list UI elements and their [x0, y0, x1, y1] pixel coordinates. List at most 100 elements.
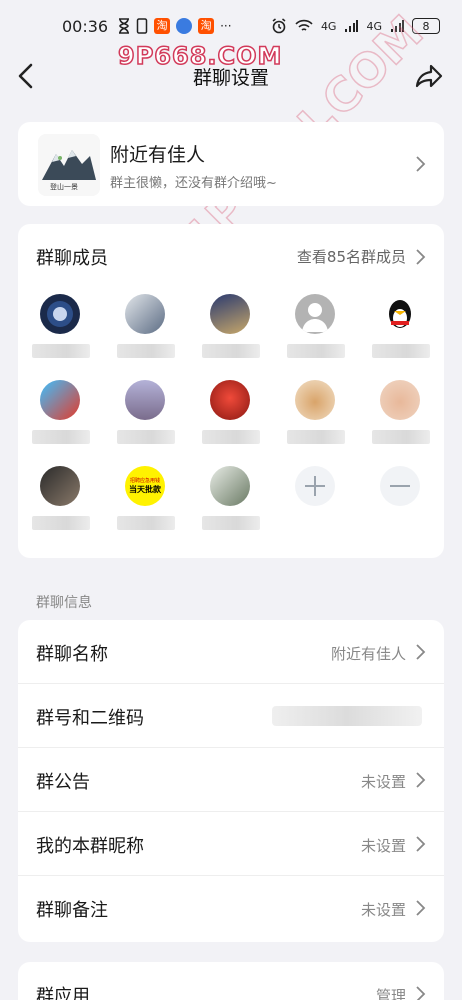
row-label: 我的本群昵称 — [36, 836, 144, 857]
plus-icon — [305, 476, 325, 496]
member-item[interactable] — [103, 290, 188, 376]
alarm-icon — [272, 18, 286, 34]
avatar[interactable] — [40, 294, 80, 334]
member-name-blurred — [32, 430, 90, 444]
add-member-button[interactable] — [273, 462, 358, 548]
member-row: 招聘应急用钱 当天批款 — [18, 462, 444, 548]
avatar[interactable] — [210, 466, 250, 506]
member-name-blurred — [202, 344, 260, 358]
member-item[interactable] — [188, 290, 273, 376]
avatar[interactable] — [210, 380, 250, 420]
member-item[interactable] — [188, 462, 273, 548]
view-all-members-link[interactable]: 查看85名群成员 — [297, 246, 406, 267]
member-row — [18, 376, 444, 462]
row-value: 未设置 — [360, 773, 406, 791]
member-name-blurred — [287, 344, 345, 358]
remove-member-circle[interactable] — [380, 466, 420, 506]
avatar[interactable] — [125, 380, 165, 420]
chevron-right-icon — [416, 772, 426, 788]
member-item[interactable] — [273, 290, 358, 376]
member-item[interactable] — [18, 290, 103, 376]
add-member-circle[interactable] — [295, 466, 335, 506]
row-label: 群号和二维码 — [36, 708, 144, 729]
member-name-blurred — [372, 344, 430, 358]
page-title: 群聊设置 — [192, 66, 269, 89]
group-avatar: 登山一景 — [38, 134, 100, 196]
row-my-nickname[interactable]: 我的本群昵称 未设置 — [18, 812, 444, 876]
avatar[interactable] — [380, 294, 420, 334]
default-user-icon — [302, 303, 328, 332]
battery-level: 8 — [422, 19, 430, 33]
avatar[interactable] — [125, 294, 165, 334]
row-label: 群聊备注 — [36, 900, 108, 921]
taobao-icon-2: 淘 — [198, 18, 215, 34]
member-item[interactable]: 招聘应急用钱 当天批款 — [103, 462, 188, 548]
avatar[interactable] — [295, 380, 335, 420]
avatar[interactable] — [40, 380, 80, 420]
row-label: 群聊名称 — [36, 644, 108, 665]
member-item[interactable] — [18, 462, 103, 548]
avatar[interactable] — [380, 380, 420, 420]
member-item[interactable] — [18, 376, 103, 462]
member-name-blurred — [202, 516, 260, 530]
row-value: 未设置 — [360, 901, 406, 919]
group-name: 附近有佳人 — [110, 144, 206, 166]
group-profile-card[interactable]: 登山一景 附近有佳人 群主很懒，还没有群介绍哦~ — [18, 122, 444, 206]
row-value: 管理 — [375, 987, 406, 1000]
member-item[interactable] — [273, 376, 358, 462]
row-group-remark[interactable]: 群聊备注 未设置 — [18, 876, 444, 940]
penguin-icon — [389, 300, 411, 328]
row-group-name[interactable]: 群聊名称 附近有佳人 — [18, 620, 444, 684]
battery-indicator: 8 — [412, 18, 440, 34]
member-name-blurred — [287, 430, 345, 444]
taobao-icon: 淘 — [154, 18, 171, 34]
member-name-blurred — [372, 430, 430, 444]
member-item[interactable] — [103, 376, 188, 462]
member-name-blurred — [202, 430, 260, 444]
row-label: 群公告 — [36, 772, 90, 793]
chevron-right-icon — [416, 644, 426, 660]
nav-bar: 群聊设置 — [0, 52, 462, 100]
more-notifications-icon: ··· — [220, 19, 232, 33]
section-label-group-info: 群聊信息 — [36, 595, 92, 611]
chevron-right-icon — [416, 900, 426, 916]
signal-icon — [345, 20, 359, 32]
members-card: 群聊成员 查看85名群成员 招聘应急用钱 当天批款 — [18, 224, 444, 558]
member-item[interactable] — [358, 290, 443, 376]
member-name-blurred — [117, 516, 175, 530]
avatar[interactable] — [40, 466, 80, 506]
group-description: 群主很懒，还没有群介绍哦~ — [110, 176, 277, 191]
member-row — [18, 290, 444, 376]
share-icon[interactable] — [414, 62, 444, 90]
member-name-blurred — [32, 516, 90, 530]
status-bar: 00:36 淘 淘 ··· 4G 4G 8 — [0, 0, 462, 52]
group-apps-card[interactable]: 群应用 管理 — [18, 962, 444, 1000]
chevron-right-icon — [416, 836, 426, 852]
signal-icon-2 — [391, 20, 404, 32]
member-item[interactable] — [358, 376, 443, 462]
network-type-1: 4G — [320, 19, 337, 33]
member-name-blurred — [117, 344, 175, 358]
group-info-card: 群聊名称 附近有佳人 群号和二维码 群公告 未设置 我的本群昵称 未设置 群聊备… — [18, 620, 444, 942]
row-group-id-qrcode[interactable]: 群号和二维码 — [18, 684, 444, 748]
avatar[interactable] — [295, 294, 335, 334]
minus-icon — [390, 485, 410, 487]
row-value: 附近有佳人 — [330, 645, 406, 663]
row-value: 未设置 — [360, 837, 406, 855]
browser-icon — [176, 18, 193, 34]
status-system-icons: 4G 4G 8 — [271, 18, 440, 34]
avatar[interactable]: 招聘应急用钱 当天批款 — [125, 466, 165, 506]
group-id-blurred — [272, 706, 422, 726]
member-item[interactable] — [188, 376, 273, 462]
back-arrow-icon[interactable] — [14, 62, 40, 90]
chevron-right-icon — [416, 986, 426, 1000]
member-name-blurred — [117, 430, 175, 444]
status-notification-icons: 淘 淘 ··· — [118, 18, 232, 34]
avatar[interactable] — [210, 294, 250, 334]
row-announcement[interactable]: 群公告 未设置 — [18, 748, 444, 812]
members-title: 群聊成员 — [36, 248, 108, 269]
member-name-blurred — [32, 344, 90, 358]
chevron-right-icon[interactable] — [414, 248, 426, 266]
avatar-text-2: 当天批款 — [129, 485, 161, 494]
remove-member-button[interactable] — [358, 462, 443, 548]
